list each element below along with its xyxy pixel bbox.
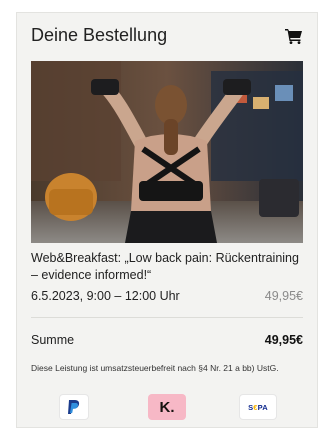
event-title: Web&Breakfast: „Low back pain: Rückentra… [31,251,299,282]
order-title: Deine Bestellung [31,25,168,45]
divider [31,317,303,318]
cart-icon[interactable] [285,28,303,44]
event-price: 49,95€ [264,289,303,303]
paypal-icon [68,400,80,414]
order-card: Deine Bestellung Web&Breakfast: „Low bac… [16,12,318,428]
klarna-logo: K. [159,398,175,416]
paypal-button[interactable] [59,394,89,420]
tax-note: Diese Leistung ist umsatzsteuerbefreit n… [31,363,279,373]
event-date: 6.5.2023, 9:00 – 12:00 Uhr [31,289,180,303]
event-image [31,61,303,243]
sepa-logo: S€PA [248,402,268,412]
order-header: Deine Bestellung [31,23,305,53]
sepa-button[interactable]: S€PA [239,394,277,420]
klarna-button[interactable]: K. [148,394,186,420]
sum-label: Summe [31,333,75,347]
sum-value: 49,95€ [264,333,303,347]
